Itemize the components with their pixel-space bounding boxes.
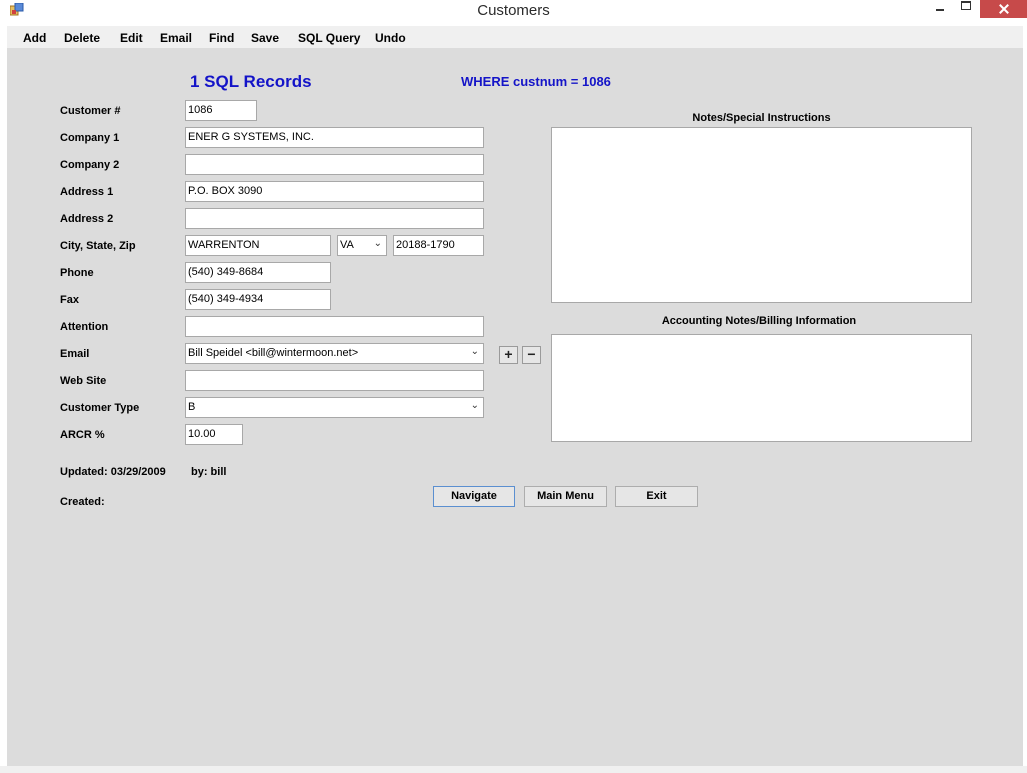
remove-email-button[interactable]: − (522, 346, 541, 364)
where-clause: WHERE custnum = 1086 (461, 74, 611, 89)
label-fax: Fax (60, 294, 79, 306)
menu-email[interactable]: Email (160, 31, 192, 45)
label-attention: Attention (60, 321, 109, 333)
menu-bar: Add Delete Edit Email Find Save SQL Quer… (7, 26, 1023, 48)
updated-by-text: by: bill (191, 466, 227, 478)
accounting-notes-textarea[interactable] (551, 334, 972, 442)
maximize-button[interactable] (955, 0, 977, 18)
company2-field[interactable] (185, 154, 484, 175)
menu-save[interactable]: Save (251, 31, 279, 45)
customer-num-field[interactable]: 1086 (185, 100, 257, 121)
add-email-button[interactable]: + (499, 346, 518, 364)
city-field[interactable]: WARRENTON (185, 235, 331, 256)
created-text: Created: (60, 496, 105, 508)
menu-find[interactable]: Find (209, 31, 234, 45)
label-address2: Address 2 (60, 213, 114, 225)
company1-field[interactable]: ENER G SYSTEMS, INC. (185, 127, 484, 148)
chevron-down-icon[interactable]: ⌄ (471, 400, 479, 411)
menu-edit[interactable]: Edit (120, 31, 143, 45)
attention-field[interactable] (185, 316, 484, 337)
customer-type-select[interactable]: B ⌄ (185, 397, 484, 418)
phone-field[interactable]: (540) 349-8684 (185, 262, 331, 283)
records-count: 1 SQL Records (190, 72, 312, 91)
address2-field[interactable] (185, 208, 484, 229)
label-company1: Company 1 (60, 132, 120, 144)
label-company2: Company 2 (60, 159, 120, 171)
address1-field[interactable]: P.O. BOX 3090 (185, 181, 484, 202)
exit-button[interactable]: Exit (615, 486, 698, 507)
menu-delete[interactable]: Delete (64, 31, 100, 45)
menu-sql-query[interactable]: SQL Query (298, 31, 360, 45)
website-field[interactable] (185, 370, 484, 391)
menu-add[interactable]: Add (23, 31, 46, 45)
state-value: VA (340, 239, 354, 251)
notes-special-textarea[interactable] (551, 127, 972, 303)
chevron-down-icon[interactable]: ⌄ (374, 238, 382, 249)
zip-field[interactable]: 20188-1790 (393, 235, 484, 256)
minimize-button[interactable] (928, 0, 950, 18)
accounting-notes-label: Accounting Notes/Billing Information (661, 315, 857, 327)
label-phone: Phone (60, 267, 94, 279)
chevron-down-icon[interactable]: ⌄ (471, 346, 479, 357)
state-select[interactable]: VA ⌄ (337, 235, 387, 256)
title-bar: Customers (0, 0, 1027, 24)
close-button[interactable] (980, 0, 1027, 18)
window-bottom-edge (0, 766, 1027, 773)
label-email: Email (60, 348, 90, 360)
updated-text: Updated: 03/29/2009 (60, 466, 166, 478)
window-title: Customers (477, 2, 550, 19)
label-address1: Address 1 (60, 186, 114, 198)
notes-special-label: Notes/Special Instructions (692, 112, 831, 124)
fax-field[interactable]: (540) 349-4934 (185, 289, 331, 310)
label-customer-type: Customer Type (60, 402, 140, 414)
email-value: Bill Speidel <bill@wintermoon.net> (188, 347, 359, 359)
navigate-button[interactable]: Navigate (433, 486, 515, 507)
email-select[interactable]: Bill Speidel <bill@wintermoon.net> ⌄ (185, 343, 484, 364)
label-website: Web Site (60, 375, 107, 387)
menu-undo[interactable]: Undo (375, 31, 406, 45)
customer-type-value: B (188, 401, 196, 413)
arcr-field[interactable]: 10.00 (185, 424, 243, 445)
label-arcr: ARCR % (60, 429, 105, 441)
label-customer-num: Customer # (60, 105, 121, 117)
main-menu-button[interactable]: Main Menu (524, 486, 607, 507)
label-city-state-zip: City, State, Zip (60, 240, 136, 252)
